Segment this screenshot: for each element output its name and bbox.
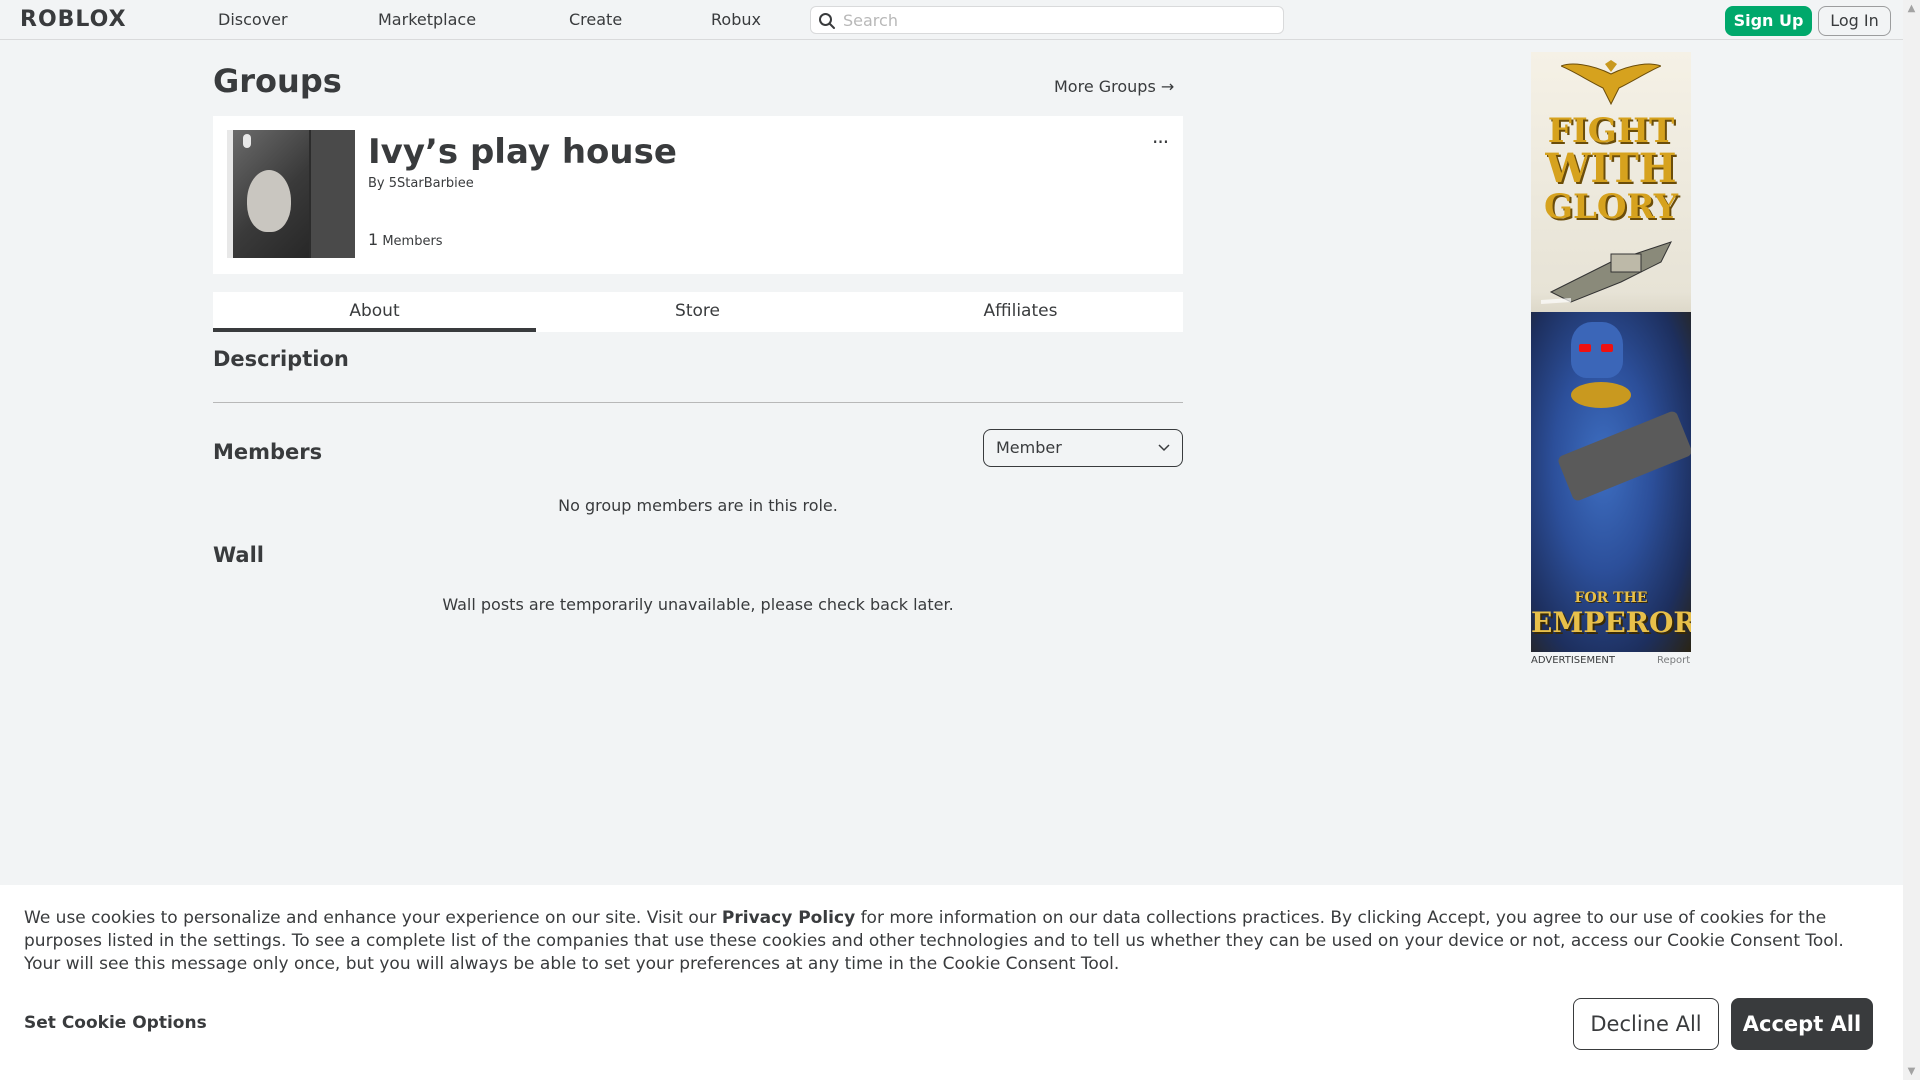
ad-headline: FIGHT WITH GLORY xyxy=(1531,112,1691,226)
page-scrollbar[interactable]: ▲ ▼ xyxy=(1903,0,1920,1080)
decline-all-button[interactable]: Decline All xyxy=(1573,998,1719,1050)
ad-report-link[interactable]: Report xyxy=(1657,655,1690,667)
group-owner-link[interactable]: 5StarBarbiee xyxy=(389,176,474,191)
gunship-icon xyxy=(1541,241,1672,304)
page-title: Groups xyxy=(213,62,342,100)
log-in-button[interactable]: Log In xyxy=(1818,6,1891,36)
tab-store[interactable]: Store xyxy=(536,292,859,332)
sign-up-button[interactable]: Sign Up xyxy=(1725,6,1812,36)
nav-robux[interactable]: Robux xyxy=(711,10,761,30)
roblox-logo[interactable]: ROBLOX xyxy=(20,8,127,32)
member-count-number: 1 xyxy=(368,230,379,249)
nav-marketplace[interactable]: Marketplace xyxy=(378,10,476,30)
ad-glory: GLORY xyxy=(1543,187,1679,227)
cookie-text-before: We use cookies to personalize and enhanc… xyxy=(24,908,722,928)
nav-create[interactable]: Create xyxy=(569,10,622,30)
members-heading: Members xyxy=(213,440,323,464)
eagle-emblem-icon xyxy=(1561,60,1661,106)
nav-discover[interactable]: Discover xyxy=(218,10,288,30)
section-divider xyxy=(213,402,1183,403)
members-empty-message: No group members are in this role. xyxy=(558,496,838,515)
advertisement-label: ADVERTISEMENT xyxy=(1531,655,1616,666)
group-tabs: About Store Affiliates xyxy=(213,292,1183,332)
tab-about[interactable]: About xyxy=(213,292,536,332)
ad-with: WITH xyxy=(1545,145,1677,192)
group-thumbnail xyxy=(227,130,355,258)
by-label: By xyxy=(368,176,385,191)
scroll-up-icon[interactable]: ▲ xyxy=(1903,0,1920,17)
member-count-label: Members xyxy=(382,234,443,249)
group-header-card: Ivy’s play house By 5StarBarbiee 1 Membe… xyxy=(213,116,1183,274)
wall-heading: Wall xyxy=(213,543,264,567)
search-box[interactable] xyxy=(810,6,1284,34)
scroll-down-icon[interactable]: ▼ xyxy=(1903,1063,1920,1080)
search-input[interactable] xyxy=(843,10,1273,30)
role-dropdown[interactable]: Member xyxy=(983,429,1183,467)
description-heading: Description xyxy=(213,347,349,371)
group-name: Ivy’s play house xyxy=(368,132,677,172)
role-dropdown-value: Member xyxy=(996,438,1062,457)
cookie-consent-banner: We use cookies to personalize and enhanc… xyxy=(0,885,1903,1080)
chevron-down-icon xyxy=(1158,444,1170,452)
advertisement-banner[interactable]: FIGHT WITH GLORY FOR THE EMPEROR xyxy=(1531,52,1691,652)
more-groups-link[interactable]: More Groups → xyxy=(1054,77,1174,97)
top-navigation-bar: ROBLOX Discover Marketplace Create Robux… xyxy=(0,0,1903,40)
search-icon xyxy=(819,13,835,29)
group-member-count: 1 Members xyxy=(368,231,443,251)
accept-all-button[interactable]: Accept All xyxy=(1731,998,1873,1050)
ad-emperor: EMPEROR xyxy=(1531,606,1691,639)
ad-for-the: FOR THE xyxy=(1574,590,1648,606)
group-owner-line: By 5StarBarbiee xyxy=(368,176,474,192)
tab-affiliates[interactable]: Affiliates xyxy=(859,292,1182,332)
cookie-message: We use cookies to personalize and enhanc… xyxy=(24,907,1880,976)
privacy-policy-link[interactable]: Privacy Policy xyxy=(722,908,855,928)
set-cookie-options-link[interactable]: Set Cookie Options xyxy=(24,1012,207,1034)
wall-message: Wall posts are temporarily unavailable, … xyxy=(442,595,954,614)
more-dots-icon[interactable]: ... xyxy=(1152,126,1169,146)
